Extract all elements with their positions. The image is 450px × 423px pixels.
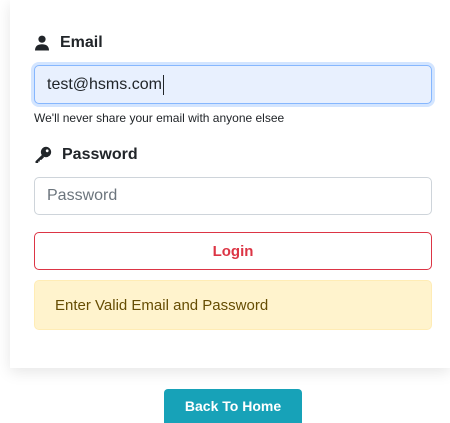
login-page: Email test@hsms.com We'll never share yo… <box>0 0 450 423</box>
key-icon <box>34 146 52 164</box>
email-help-text: We'll never share your email with anyone… <box>34 111 285 125</box>
alert-message: Enter Valid Email and Password <box>55 296 269 314</box>
error-alert: Enter Valid Email and Password <box>34 280 432 330</box>
login-card: Email test@hsms.com We'll never share yo… <box>10 0 450 368</box>
back-to-home-button[interactable]: Back To Home <box>164 389 302 423</box>
password-label-row: Password <box>34 146 138 164</box>
text-caret <box>162 74 164 95</box>
email-value: test@hsms.com <box>47 75 162 93</box>
login-button[interactable]: Login <box>34 232 432 270</box>
email-label-row: Email <box>34 34 103 52</box>
password-label: Password <box>62 146 138 163</box>
email-label: Email <box>60 34 103 51</box>
password-field[interactable]: Password <box>34 177 432 215</box>
user-icon <box>34 35 50 51</box>
password-placeholder: Password <box>47 187 118 204</box>
email-field[interactable]: test@hsms.com <box>34 65 432 104</box>
